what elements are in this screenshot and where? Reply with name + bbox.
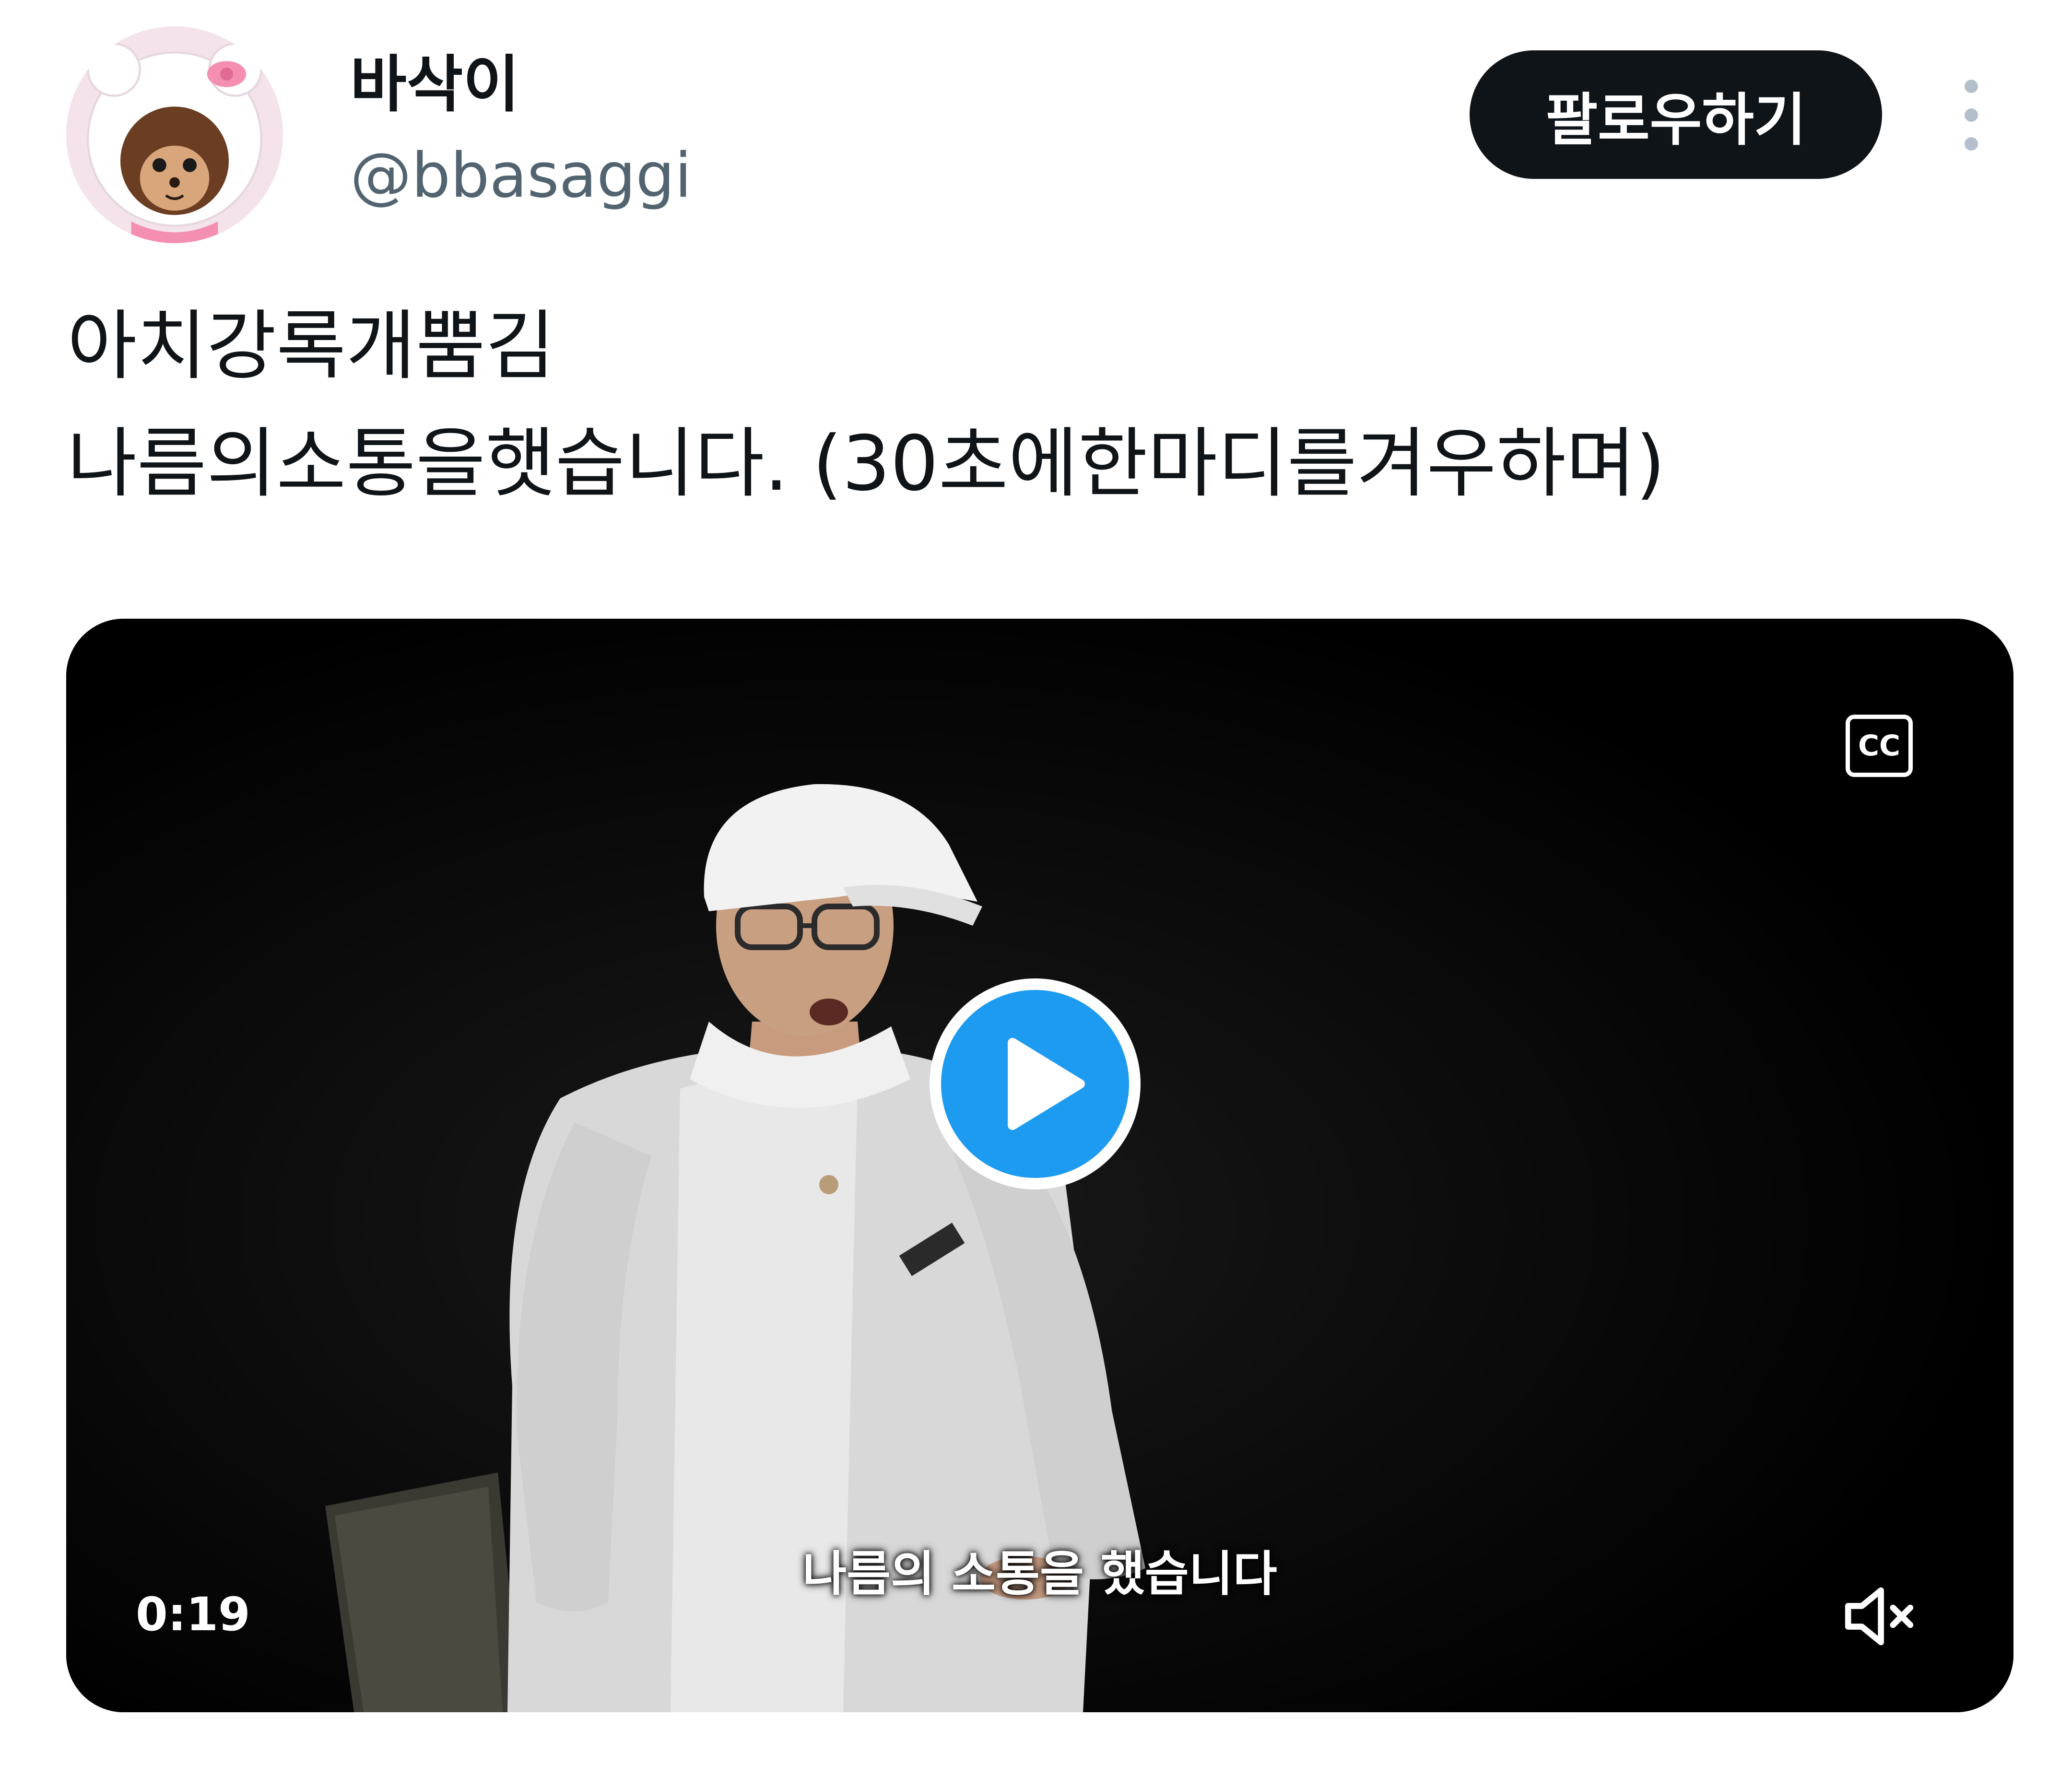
more-vertical-icon [1965,80,1978,151]
tweet-line: 나름의소통을햇습니다. (30초에한마디를겨우하며) [67,420,1665,508]
more-options-button[interactable] [1947,77,1995,153]
captions-button[interactable]: CC [1846,715,1913,777]
tweet-line: 아치강록개뿜김 [67,302,555,390]
display-name[interactable]: 바삭이 [350,48,519,122]
mute-button[interactable] [1836,1573,1922,1659]
volume-muted-icon [1845,1587,1914,1646]
user-handle[interactable]: @bbasaggi [350,139,692,213]
avatar[interactable] [66,26,283,243]
video-subtitle: 나름의 소통을 했습니다 [802,1546,1277,1602]
tweet-text: 아치강록개뿜김 나름의소통을햇습니다. (30초에한마디를겨우하며) [67,288,2005,523]
video-player[interactable]: CC 나름의 소통을 했습니다 0:19 [66,619,2013,1712]
monchhichi-avatar-icon [66,26,283,243]
play-button[interactable] [930,978,1141,1189]
video-timestamp: 0:19 [136,1588,250,1641]
follow-button[interactable]: 팔로우하기 [1470,50,1882,179]
play-icon [1008,1037,1085,1130]
